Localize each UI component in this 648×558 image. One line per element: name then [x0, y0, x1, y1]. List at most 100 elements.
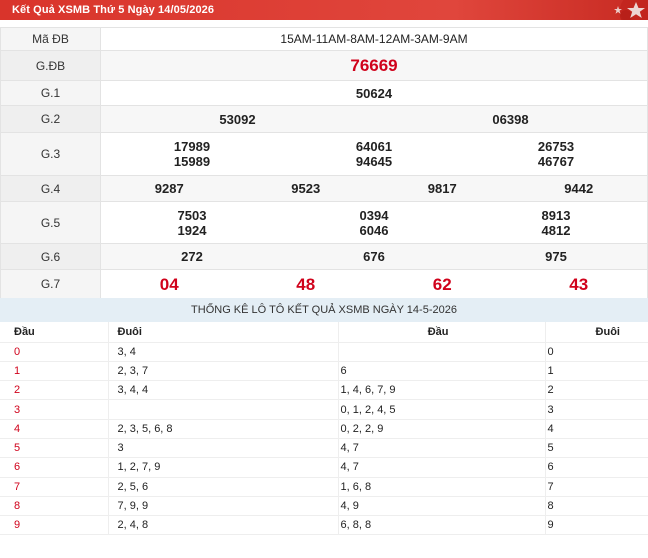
- row-g5: G.5 7503 1924 0394 6046 8913 4812: [0, 201, 648, 244]
- footer-text-cutoff: [0, 546, 648, 558]
- stats-cell-dau: 9: [0, 515, 108, 536]
- stats-cell-duoi: 2, 3, 7: [107, 361, 338, 382]
- table-row: 9 2, 4, 8 6, 8, 89: [0, 515, 648, 536]
- stats-cell-duoi: 3, 4, 4: [107, 380, 338, 401]
- row-g7: G.7 04 48 62 43: [0, 269, 648, 299]
- stats-cell-dau: 1: [0, 361, 108, 382]
- label-code: Mã ĐB: [0, 27, 101, 51]
- code-value: 15AM-11AM-8AM-12AM-3AM-9AM: [100, 27, 648, 51]
- prize-g7-number: 62: [432, 274, 452, 294]
- prize-g5-number: 8913: [541, 207, 571, 223]
- stats-cell-duoi2: 7: [544, 477, 648, 497]
- stats-cell-dau: 3: [0, 399, 108, 420]
- stats-header-duoi: Đuôi: [544, 322, 648, 343]
- label-g7: G.7: [0, 269, 101, 299]
- prize-g4-number: 9523: [291, 181, 321, 196]
- stats-cell-dau2: 4, 9: [337, 496, 545, 517]
- prize-g1-number: 50624: [355, 85, 393, 101]
- prize-g6-number: 676: [363, 249, 385, 264]
- results-title: Kết Quả XSMB Thứ 5 Ngày 14/05/2026: [12, 4, 215, 16]
- prize-g2-number: 53092: [219, 111, 256, 127]
- stats-cell-dau2: 0, 1, 2, 4, 5: [337, 399, 545, 420]
- stats-cell-duoi: 3, 4: [107, 342, 338, 362]
- row-g3: G.3 17989 15989 64061 94645 26753 46767: [0, 132, 648, 176]
- prize-g4-number: 9817: [427, 181, 457, 196]
- table-row: 0 3, 40: [0, 342, 648, 362]
- label-g4: G.4: [0, 175, 101, 202]
- prize-g3-number: 64061: [355, 139, 393, 154]
- stats-cell-duoi2: 3: [544, 399, 648, 420]
- stats-cell-duoi: 2, 5, 6: [107, 477, 338, 497]
- stats-cell-dau: 5: [0, 438, 108, 459]
- label-g2: G.2: [0, 105, 101, 133]
- prize-g3-number: 94645: [355, 154, 393, 169]
- prize-g3-number: 26753: [537, 139, 575, 154]
- prize-g3-number: 17989: [173, 139, 211, 154]
- label-g5: G.5: [0, 201, 101, 244]
- stats-cell-dau2: 0, 2, 2, 9: [337, 419, 545, 439]
- stats-cell-duoi2: 1: [544, 361, 648, 382]
- stats-header-duoi: Đuôi: [107, 322, 338, 343]
- stats-cell-duoi: 2, 4, 8: [107, 515, 338, 536]
- stats-cell-dau2: 4, 7: [337, 438, 545, 459]
- row-code: Mã ĐB 15AM-11AM-8AM-12AM-3AM-9AM: [0, 27, 648, 51]
- row-g6: G.6 272 676 975: [0, 243, 648, 270]
- prize-g3-number: 15989: [173, 154, 211, 169]
- stats-cell-duoi2: 9: [544, 515, 648, 536]
- stats-cell-dau: 7: [0, 477, 108, 497]
- stats-cell-duoi2: 5: [544, 438, 648, 459]
- row-g1: G.1 50624: [0, 80, 648, 106]
- row-g4: G.4 9287 9523 9817 9442: [0, 175, 648, 202]
- row-gdb: G.ĐB 76669: [0, 50, 648, 81]
- prize-g3-number: 46767: [537, 154, 575, 169]
- stats-cell-duoi: 1, 2, 7, 9: [107, 457, 338, 478]
- stats-title: THỐNG KÊ LÔ TÔ KẾT QUẢ XSMB NGÀY 14-5-20…: [0, 298, 648, 322]
- stats-cell-duoi2: 0: [544, 342, 648, 362]
- stats-header-dau: Đầu: [0, 322, 108, 343]
- stats-header-dau: Đầu: [337, 322, 545, 343]
- stats-cell-duoi2: 6: [544, 457, 648, 478]
- table-row: 4 2, 3, 5, 6, 8 0, 2, 2, 94: [0, 419, 648, 439]
- label-g1: G.1: [0, 80, 101, 106]
- prize-g5-number: 7503: [177, 207, 207, 223]
- table-row: 5 3 4, 75: [0, 438, 648, 459]
- table-row: 8 7, 9, 9 4, 98: [0, 496, 648, 517]
- stats-cell-dau2: 6, 8, 8: [337, 515, 545, 536]
- prize-gdb-number: 76669: [350, 55, 398, 75]
- stats-cell-dau2: 1, 4, 6, 7, 9: [337, 380, 545, 401]
- prize-g5-number: 6046: [359, 222, 389, 238]
- prize-g2-number: 06398: [492, 111, 529, 127]
- label-g3: G.3: [0, 132, 101, 176]
- stats-cell-dau: 2: [0, 380, 108, 401]
- prize-g4-number: 9287: [154, 181, 184, 196]
- stats-cell-duoi: 7, 9, 9: [107, 496, 338, 517]
- stats-cell-dau: 6: [0, 457, 108, 478]
- label-g6: G.6: [0, 243, 101, 270]
- prize-g5-number: 4812: [541, 222, 571, 238]
- stats-cell-duoi2: 2: [544, 380, 648, 401]
- stats-cell-dau2: [337, 342, 545, 362]
- loto-stats-table: Đầu Đuôi Đầu Đuôi 0 3, 4 0 1 2, 3, 7 6 1 2 3, 4,…: [0, 322, 648, 536]
- prize-g4-number: 9442: [564, 181, 594, 196]
- row-g2: G.2 53092 06398: [0, 105, 648, 133]
- results-table: Mã ĐB 15AM-11AM-8AM-12AM-3AM-9AM G.ĐB 76…: [0, 27, 648, 299]
- stats-cell-dau2: 4, 7: [337, 457, 545, 478]
- results-header: Kết Quả XSMB Thứ 5 Ngày 14/05/2026: [0, 0, 648, 20]
- table-row: 1 2, 3, 761: [0, 361, 648, 382]
- label-gdb: G.ĐB: [0, 50, 101, 81]
- prize-g7-number: 48: [296, 274, 316, 294]
- prize-g5-number: 1924: [177, 222, 207, 238]
- stats-cell-dau: 0: [0, 342, 108, 362]
- stats-cell-dau: 8: [0, 496, 108, 517]
- table-row: 2 3, 4, 4 1, 4, 6, 7, 92: [0, 380, 648, 401]
- table-row: 3 0, 1, 2, 4, 53: [0, 399, 648, 420]
- table-row: 6 1, 2, 7, 9 4, 76: [0, 457, 648, 478]
- table-row: 7 2, 5, 6 1, 6, 87: [0, 477, 648, 497]
- prize-g7-number: 43: [569, 274, 589, 294]
- stats-cell-dau2: 6: [337, 361, 545, 382]
- prize-g5-number: 0394: [359, 207, 389, 223]
- stats-cell-duoi: 2, 3, 5, 6, 8: [107, 419, 338, 439]
- stats-cell-duoi: 3: [107, 438, 338, 459]
- prize-g6-number: 975: [545, 249, 567, 264]
- prize-g6-number: 272: [181, 249, 203, 264]
